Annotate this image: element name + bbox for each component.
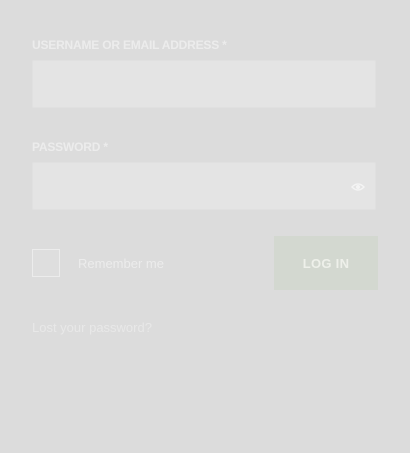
required-marker: * bbox=[103, 140, 108, 154]
remember-me-checkbox[interactable] bbox=[32, 249, 60, 277]
username-label: USERNAME OR EMAIL ADDRESS * bbox=[32, 38, 227, 52]
lost-password-link[interactable]: Lost your password? bbox=[32, 320, 152, 335]
username-label-text: USERNAME OR EMAIL ADDRESS bbox=[32, 38, 220, 52]
password-input[interactable] bbox=[33, 163, 337, 211]
login-button[interactable]: LOG IN bbox=[274, 236, 378, 290]
password-label: PASSWORD * bbox=[32, 140, 108, 154]
required-marker: * bbox=[222, 38, 227, 52]
password-field-wrapper bbox=[32, 162, 376, 211]
username-input[interactable] bbox=[32, 60, 376, 108]
remember-me-label: Remember me bbox=[78, 256, 164, 271]
password-label-text: PASSWORD bbox=[32, 140, 101, 154]
eye-icon[interactable] bbox=[351, 179, 365, 191]
